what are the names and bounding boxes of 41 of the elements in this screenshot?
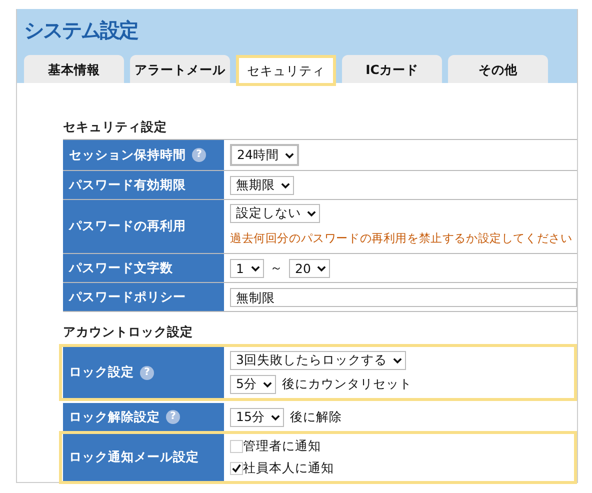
chevron-icon: [281, 182, 290, 188]
input-field[interactable]: 無制限: [230, 288, 577, 306]
dropdown[interactable]: 設定しない: [230, 204, 320, 223]
chevron-icon: [262, 381, 272, 388]
tab[interactable]: その他: [448, 55, 548, 83]
chevron-icon: [392, 357, 402, 364]
hint-text: 過去何回分のパスワードの再利用を禁止するか設定してください: [230, 230, 572, 247]
tab[interactable]: ICカード: [342, 55, 442, 83]
checkbox-label: 管理者に通知: [243, 438, 321, 455]
checkbox-label: 社員本人に通知: [243, 460, 334, 477]
row-label: パスワードポリシー: [69, 288, 186, 306]
field-suffix: ～: [270, 260, 283, 276]
field-suffix: 後にカウンタリセット: [282, 376, 412, 393]
row-label: セッション保持時間: [69, 146, 186, 164]
chevron-icon: [251, 264, 260, 272]
chevron-icon: [307, 210, 316, 217]
chevron-icon: [316, 264, 326, 272]
chevron-icon: [284, 152, 294, 158]
tab[interactable]: アラートメール: [130, 55, 230, 83]
dropdown[interactable]: 24時間: [230, 144, 299, 166]
row-label: ロック通知メール設定: [69, 449, 199, 466]
dropdown[interactable]: 15分: [230, 408, 284, 426]
section-heading: アカウントロック設定: [63, 324, 194, 341]
checkbox[interactable]: [230, 462, 243, 475]
dropdown[interactable]: 3回失敗したらロックする: [230, 351, 406, 370]
section-heading: セキュリティ設定: [63, 119, 168, 136]
field-suffix: 後に解除: [290, 408, 342, 426]
dropdown[interactable]: 無期限: [230, 176, 294, 194]
page-title: システム設定: [24, 17, 140, 44]
dropdown[interactable]: 1: [230, 258, 264, 278]
row-label: パスワードの再利用: [69, 218, 186, 235]
tab[interactable]: 基本情報: [24, 55, 124, 83]
chevron-icon: [270, 414, 280, 420]
row-label: パスワード文字数: [69, 260, 173, 276]
tab[interactable]: セキュリティ: [236, 55, 336, 86]
row-label: パスワード有効期限: [69, 176, 186, 194]
dropdown[interactable]: 20: [289, 258, 330, 278]
dropdown[interactable]: 5分: [230, 375, 276, 394]
row-label: ロック設定: [69, 364, 134, 381]
checkbox[interactable]: [230, 440, 243, 453]
row-label: ロック解除設定: [69, 408, 160, 426]
